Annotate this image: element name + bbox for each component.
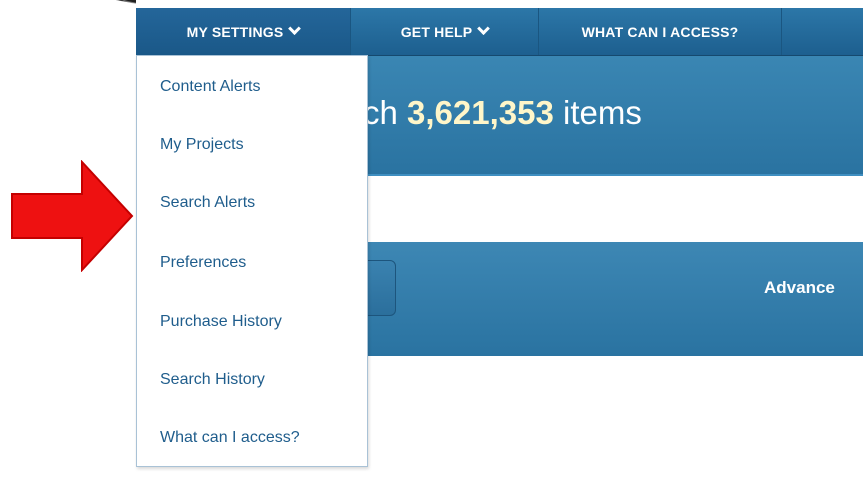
menu-item-search-alerts[interactable]: Search Alerts — [160, 194, 255, 212]
chevron-down-icon — [477, 22, 491, 36]
nav-my-settings[interactable]: MY SETTINGS — [136, 8, 351, 55]
menu-item-purchase-history[interactable]: Purchase History — [160, 313, 282, 331]
nav-get-help[interactable]: GET HELP — [351, 8, 539, 55]
menu-item-content-alerts[interactable]: Content Alerts — [160, 78, 261, 96]
screenshot-frame: MY SETTINGS GET HELP WHAT CAN I ACCESS? … — [0, 0, 863, 480]
menu-item-search-history[interactable]: Search History — [160, 371, 265, 389]
menu-item-my-projects[interactable]: My Projects — [160, 136, 244, 154]
nav-my-settings-label: MY SETTINGS — [186, 23, 284, 40]
my-settings-dropdown-menu: Content Alerts My Projects Search Alerts… — [136, 55, 368, 467]
nav-what-can-i-access[interactable]: WHAT CAN I ACCESS? — [539, 8, 782, 55]
item-count-heading: rch 3,621,353 items — [352, 94, 642, 132]
red-pointer-arrow-icon — [11, 160, 134, 272]
heading-suffix: items — [553, 94, 642, 131]
advanced-search-link[interactable]: Advance — [764, 278, 835, 298]
nav-get-help-label: GET HELP — [400, 23, 473, 40]
menu-item-what-can-i-access[interactable]: What can I access? — [160, 429, 300, 447]
top-navigation-bar: MY SETTINGS GET HELP WHAT CAN I ACCESS? — [136, 8, 863, 56]
nav-what-can-i-access-label: WHAT CAN I ACCESS? — [581, 23, 739, 40]
menu-item-preferences[interactable]: Preferences — [160, 254, 246, 272]
chevron-down-icon — [288, 22, 302, 36]
item-count: 3,621,353 — [407, 94, 554, 131]
